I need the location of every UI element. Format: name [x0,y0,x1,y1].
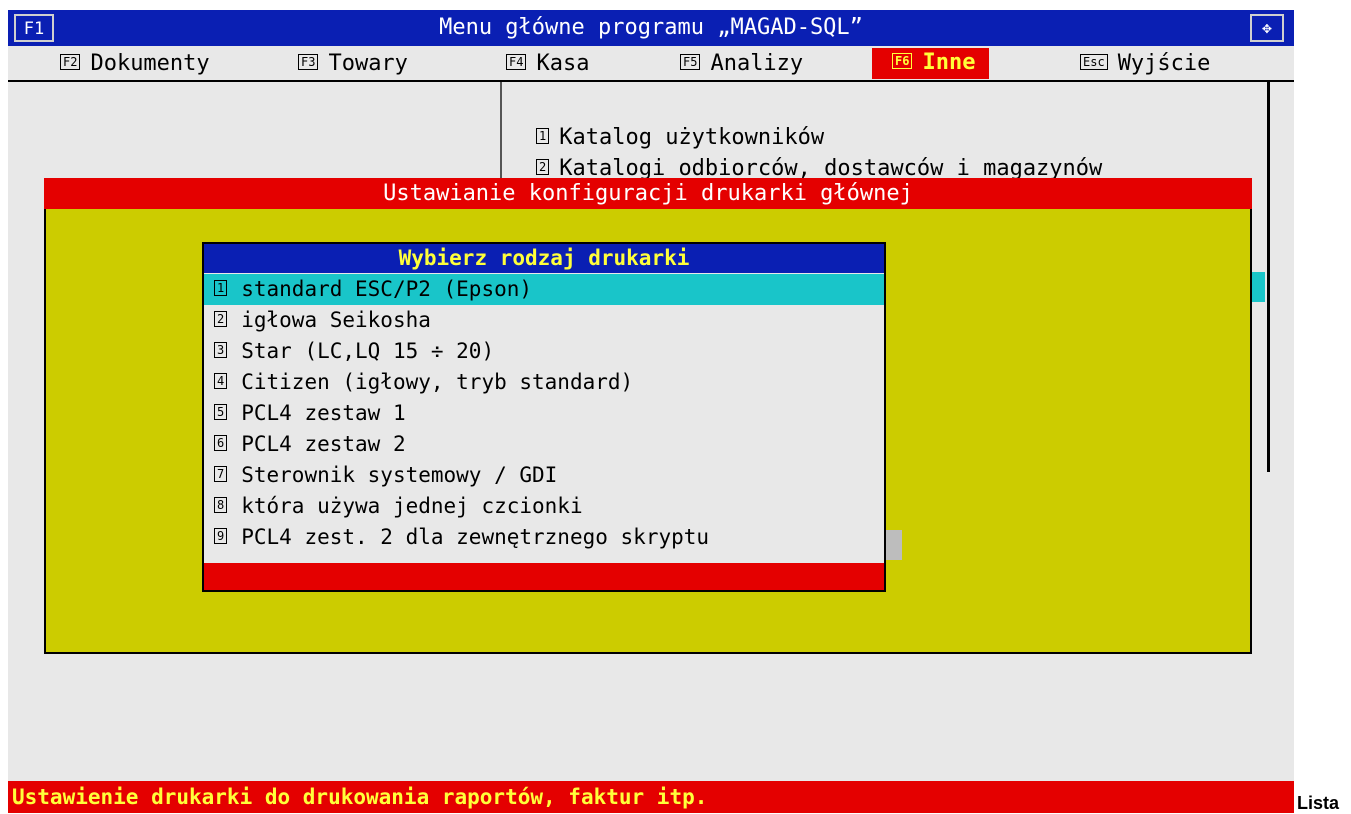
menu-item-towary[interactable]: F3 Towary [298,49,408,79]
printer-option-label: standard ESC/P2 (Epson) [241,277,533,301]
menu-item-inne[interactable]: F6 Inne [872,48,990,79]
printer-option-label: Sterownik systemowy / GDI [241,463,558,487]
printer-option-9[interactable]: 9 PCL4 zest. 2 dla zewnętrznego skryptu [204,522,884,553]
dos-screen: F1 Menu główne programu „MAGAD-SQL” ✥ F2… [8,10,1294,813]
key-6-icon: 6 [214,435,228,451]
printer-option-label: Star (LC,LQ 15 ÷ 20) [241,339,495,363]
printer-option-8[interactable]: 8 która używa jednej czcionki [204,491,884,522]
printer-option-5[interactable]: 5 PCL4 zestaw 1 [204,398,884,429]
printer-option-2[interactable]: 2 igłowa Seikosha [204,305,884,336]
printer-option-7[interactable]: 7 Sterownik systemowy / GDI [204,460,884,491]
key-1-icon: 1 [214,280,228,296]
menu-item-label: Inne [922,50,976,75]
menu-item-label: Analizy [710,51,804,76]
printer-option-3[interactable]: 3 Star (LC,LQ 15 ÷ 20) [204,336,884,367]
submenu-item-katalog-uzytkownikow[interactable]: 1 Katalog użytkowników [536,125,824,150]
key-4-icon: 4 [214,373,228,389]
printer-option-label: Citizen (igłowy, tryb standard) [241,370,634,394]
printer-type-list-box: Wybierz rodzaj drukarki 1 standard ESC/P2… [202,242,886,592]
key-f3-icon: F3 [298,54,319,70]
printer-option-1[interactable]: 1 standard ESC/P2 (Epson) [204,274,884,305]
printer-list-footer [204,563,884,590]
menu-item-dokumenty[interactable]: F2 Dokumenty [60,49,210,79]
key-esc-icon: Esc [1080,54,1108,70]
printer-list: 1 standard ESC/P2 (Epson) 2 igłowa Seikosh… [204,274,884,553]
printer-option-label: PCL4 zest. 2 dla zewnętrznego skryptu [241,525,710,549]
printer-list-title: Wybierz rodzaj drukarki [204,244,884,273]
window-title: Menu główne programu „MAGAD-SQL” [439,15,863,40]
menu-item-label: Wyjście [1117,51,1211,76]
key-2-icon: 2 [536,159,550,175]
key-2-icon: 2 [214,311,228,327]
submenu-item-label: Katalog użytkowników [559,125,825,150]
printer-option-4[interactable]: 4 Citizen (igłowy, tryb standard) [204,367,884,398]
printer-option-label: PCL4 zestaw 2 [241,432,406,456]
key-7-icon: 7 [214,466,228,482]
key-1-icon: 1 [536,128,550,144]
printer-option-label: która używa jednej czcionki [241,494,583,518]
move-arrows-icon[interactable]: ✥ [1250,14,1284,42]
key-f6-icon: F6 [892,53,913,69]
printer-option-label: igłowa Seikosha [241,308,431,332]
key-8-icon: 8 [214,497,228,513]
menu-item-analizy[interactable]: F5 Analizy [680,49,803,79]
menu-item-label: Towary [328,51,408,76]
dialog-title: Ustawianie konfiguracji drukarki głównej [44,178,1252,209]
key-f2-icon: F2 [60,54,81,70]
menu-item-label: Kasa [536,51,590,76]
key-5-icon: 5 [214,404,228,420]
menu-item-label: Dokumenty [90,51,210,76]
title-bar: F1 Menu główne programu „MAGAD-SQL” ✥ [8,10,1294,46]
key-f5-icon: F5 [680,54,701,70]
printer-option-label: PCL4 zestaw 1 [241,401,406,425]
submenu-selection-edge [1251,272,1265,302]
key-f4-icon: F4 [506,54,527,70]
key-9-icon: 9 [214,528,228,544]
printer-option-6[interactable]: 6 PCL4 zestaw 2 [204,429,884,460]
list-scroll-marker [886,530,902,560]
menu-item-wyjscie[interactable]: Esc Wyjście [1080,49,1210,79]
main-menu-bar: F2 Dokumenty F3 Towary F4 Kasa F5 Analizy F6… [8,46,1294,82]
key-3-icon: 3 [214,342,228,358]
status-bar: Ustawienie drukarki do drukowania raport… [8,781,1294,813]
outside-label: Lista [1297,793,1340,813]
menu-item-kasa[interactable]: F4 Kasa [506,49,589,79]
